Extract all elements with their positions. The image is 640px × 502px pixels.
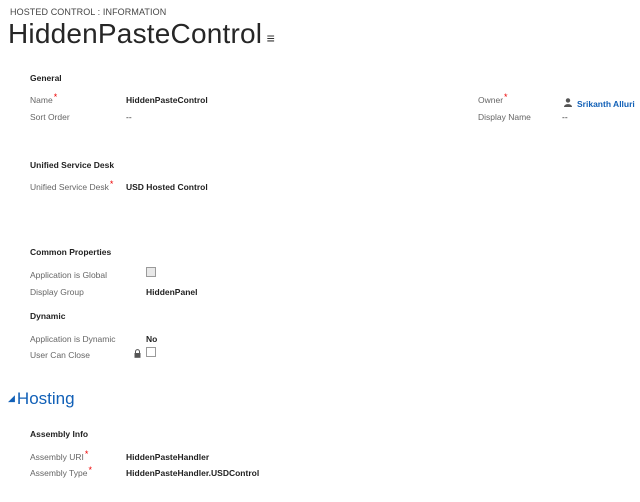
page-title-row: HiddenPasteControl ≡ [8,18,275,50]
sort-order-field[interactable]: -- [126,112,132,122]
owner-label: Owner* [478,92,508,105]
section-assembly-heading: Assembly Info [30,429,89,439]
hosting-title: Hosting [16,389,75,408]
user-can-close-label: User Can Close [30,350,90,360]
required-mark: * [88,465,92,475]
usd-field[interactable]: USD Hosted Control [126,182,208,192]
sort-order-label: Sort Order [30,112,70,122]
breadcrumb: HOSTED CONTROL : INFORMATION [10,7,167,17]
assembly-uri-field[interactable]: HiddenPasteHandler [126,452,209,462]
user-can-close-checkbox[interactable] [146,347,156,357]
app-global-checkbox[interactable] [146,267,156,277]
required-mark: * [109,179,114,189]
list-menu-icon[interactable]: ≡ [267,30,275,46]
owner-link[interactable]: Srikanth Alluri [577,99,635,109]
assembly-uri-label: Assembly URI* [30,449,89,462]
page-title: HiddenPasteControl [8,18,263,49]
app-dynamic-label: Application is Dynamic [30,334,116,344]
lock-icon [134,349,141,358]
user-icon [564,98,572,108]
assembly-type-field[interactable]: HiddenPasteHandler.USDControl [126,468,259,478]
section-general-heading: General [30,73,62,83]
section-usd-heading: Unified Service Desk [30,160,115,170]
app-dynamic-field[interactable]: No [146,334,157,344]
display-group-label: Display Group [30,287,84,297]
section-common-heading: Common Properties [30,247,112,257]
display-name-field[interactable]: -- [562,112,568,122]
required-mark: * [53,92,58,102]
display-name-label: Display Name [478,112,531,122]
name-field[interactable]: HiddenPasteControl [126,95,208,105]
assembly-type-label: Assembly Type* [30,465,92,478]
section-dynamic-heading: Dynamic [30,311,66,321]
required-mark: * [504,92,508,102]
display-group-field[interactable]: HiddenPanel [146,287,197,297]
triangle-collapse-icon: ◢ [8,393,15,403]
owner-field[interactable]: Srikanth Alluri [564,94,635,112]
name-label: Name* [30,92,58,105]
required-mark: * [84,449,89,459]
usd-label: Unified Service Desk* [30,179,114,192]
app-global-label: Application is Global [30,270,108,280]
hosting-section-toggle[interactable]: ◢ Hosting [8,389,75,409]
